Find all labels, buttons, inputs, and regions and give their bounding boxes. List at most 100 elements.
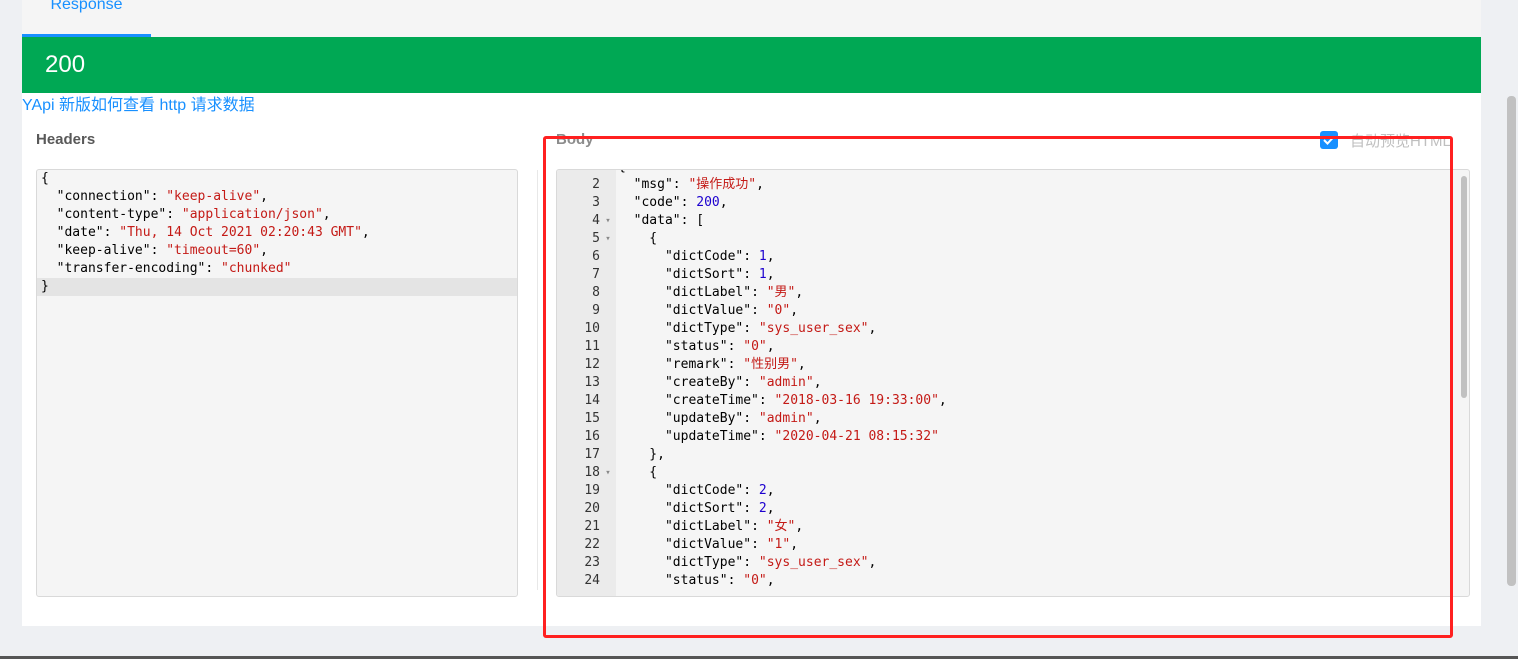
headers-code-line: }: [37, 278, 517, 296]
line-number: 1: [557, 170, 600, 176]
fold-arrow-icon[interactable]: ▾: [600, 212, 616, 230]
body-code-line: 12 "remark": "性别男",: [557, 356, 1469, 374]
body-code-line: 14 "createTime": "2018-03-16 19:33:00",: [557, 392, 1469, 410]
body-editor[interactable]: 1▾{2 "msg": "操作成功",3 "code": 200,4▾ "dat…: [556, 169, 1470, 597]
headers-editor[interactable]: { "connection": "keep-alive", "content-t…: [36, 169, 518, 597]
line-number: 4: [592, 213, 600, 228]
line-number: 15: [584, 411, 600, 426]
line-number: 22: [584, 537, 600, 552]
body-code-line: 1▾{: [557, 170, 1469, 176]
body-code-line: 23 "dictType": "sys_user_sex",: [557, 554, 1469, 572]
body-code-line: 7 "dictSort": 1,: [557, 266, 1469, 284]
tab-response[interactable]: Response: [22, 0, 151, 37]
auto-preview-label: 自动预览HTML: [1350, 132, 1451, 150]
auto-preview-checkbox[interactable]: [1320, 131, 1338, 149]
page-scrollbar[interactable]: [1502, 93, 1518, 593]
line-number: 9: [592, 303, 600, 318]
body-code-line: 11 "status": "0",: [557, 338, 1469, 356]
code-text: {: [618, 231, 658, 246]
code-text: "code": 200,: [633, 195, 728, 210]
line-number: 7: [592, 267, 600, 282]
headers-code-line: "date": "Thu, 14 Oct 2021 02:20:43 GMT",: [56, 225, 370, 240]
code-text: {: [616, 170, 626, 176]
response-panel: Response 200 YApi 新版如何查看 http 请求数据 Heade…: [22, 0, 1481, 626]
fold-arrow-icon[interactable]: ▾: [600, 230, 616, 248]
code-text: "dictValue": "1",: [664, 537, 799, 552]
code-text: "dictSort": 1,: [664, 267, 775, 282]
column-divider: [537, 170, 538, 590]
status-bar: 200: [22, 37, 1481, 93]
fold-arrow-icon[interactable]: ▾: [600, 170, 616, 176]
body-code-line: 6 "dictCode": 1,: [557, 248, 1469, 266]
body-code-line: 17 },: [557, 446, 1469, 464]
line-number: 18: [584, 465, 600, 480]
fold-arrow-icon[interactable]: ▾: [600, 464, 616, 482]
body-code-line: 8 "dictLabel": "男",: [557, 284, 1469, 302]
body-title: Body: [556, 131, 594, 148]
body-code-line: 16 "updateTime": "2020-04-21 08:15:32": [557, 428, 1469, 446]
code-text: "dictType": "sys_user_sex",: [664, 555, 877, 570]
body-code-line: 5 ▾ {: [557, 230, 1469, 248]
line-number: 17: [584, 447, 600, 462]
code-text: "data": [: [633, 213, 705, 228]
headers-code-line: "transfer-encoding": "chunked": [56, 261, 292, 276]
body-scrollbar[interactable]: [1457, 170, 1469, 596]
code-text: "updateBy": "admin",: [664, 411, 822, 426]
body-code-line: 24 "status": "0",: [557, 572, 1469, 590]
body-code-line: 10 "dictType": "sys_user_sex",: [557, 320, 1469, 338]
line-number: 21: [584, 519, 600, 534]
body-code-line: 2 "msg": "操作成功",: [557, 176, 1469, 194]
body-code-line: 13 "createBy": "admin",: [557, 374, 1469, 392]
code-text: "status": "0",: [664, 339, 775, 354]
line-number: 19: [584, 483, 600, 498]
line-number: 2: [592, 177, 600, 192]
line-number: 16: [584, 429, 600, 444]
help-link[interactable]: YApi 新版如何查看 http 请求数据: [22, 96, 255, 116]
body-code-line: 4 ▾ "data": [: [557, 212, 1469, 230]
code-text: "dictSort": 2,: [664, 501, 775, 516]
line-number: 13: [584, 375, 600, 390]
code-text: "dictType": "sys_user_sex",: [664, 321, 877, 336]
line-number: 5: [592, 231, 600, 246]
line-number: 14: [584, 393, 600, 408]
body-code-line: 18 ▾ {: [557, 464, 1469, 482]
code-text: "createBy": "admin",: [664, 375, 822, 390]
code-text: "dictCode": 1,: [664, 249, 775, 264]
body-scrollbar-thumb[interactable]: [1461, 176, 1467, 398]
line-number: 23: [584, 555, 600, 570]
line-number: 8: [592, 285, 600, 300]
code-text: {: [618, 465, 658, 480]
body-code-line: 15 "updateBy": "admin",: [557, 410, 1469, 428]
auto-preview-toggle[interactable]: 自动预览HTML: [1320, 129, 1451, 151]
body-code-line: 21 "dictLabel": "女",: [557, 518, 1469, 536]
page-scrollbar-thumb[interactable]: [1507, 96, 1516, 586]
code-text: "remark": "性别男",: [664, 357, 806, 372]
body-code-line: 22 "dictValue": "1",: [557, 536, 1469, 554]
headers-code-line: "keep-alive": "timeout=60",: [56, 243, 268, 258]
status-code: 200: [45, 51, 86, 78]
code-text: "dictLabel": "男",: [664, 285, 804, 300]
line-number: 3: [592, 195, 600, 210]
line-number: 10: [584, 321, 600, 336]
code-text: "dictLabel": "女",: [664, 519, 804, 534]
code-text: "createTime": "2018-03-16 19:33:00",: [664, 393, 947, 408]
line-number: 6: [592, 249, 600, 264]
line-number: 20: [584, 501, 600, 516]
